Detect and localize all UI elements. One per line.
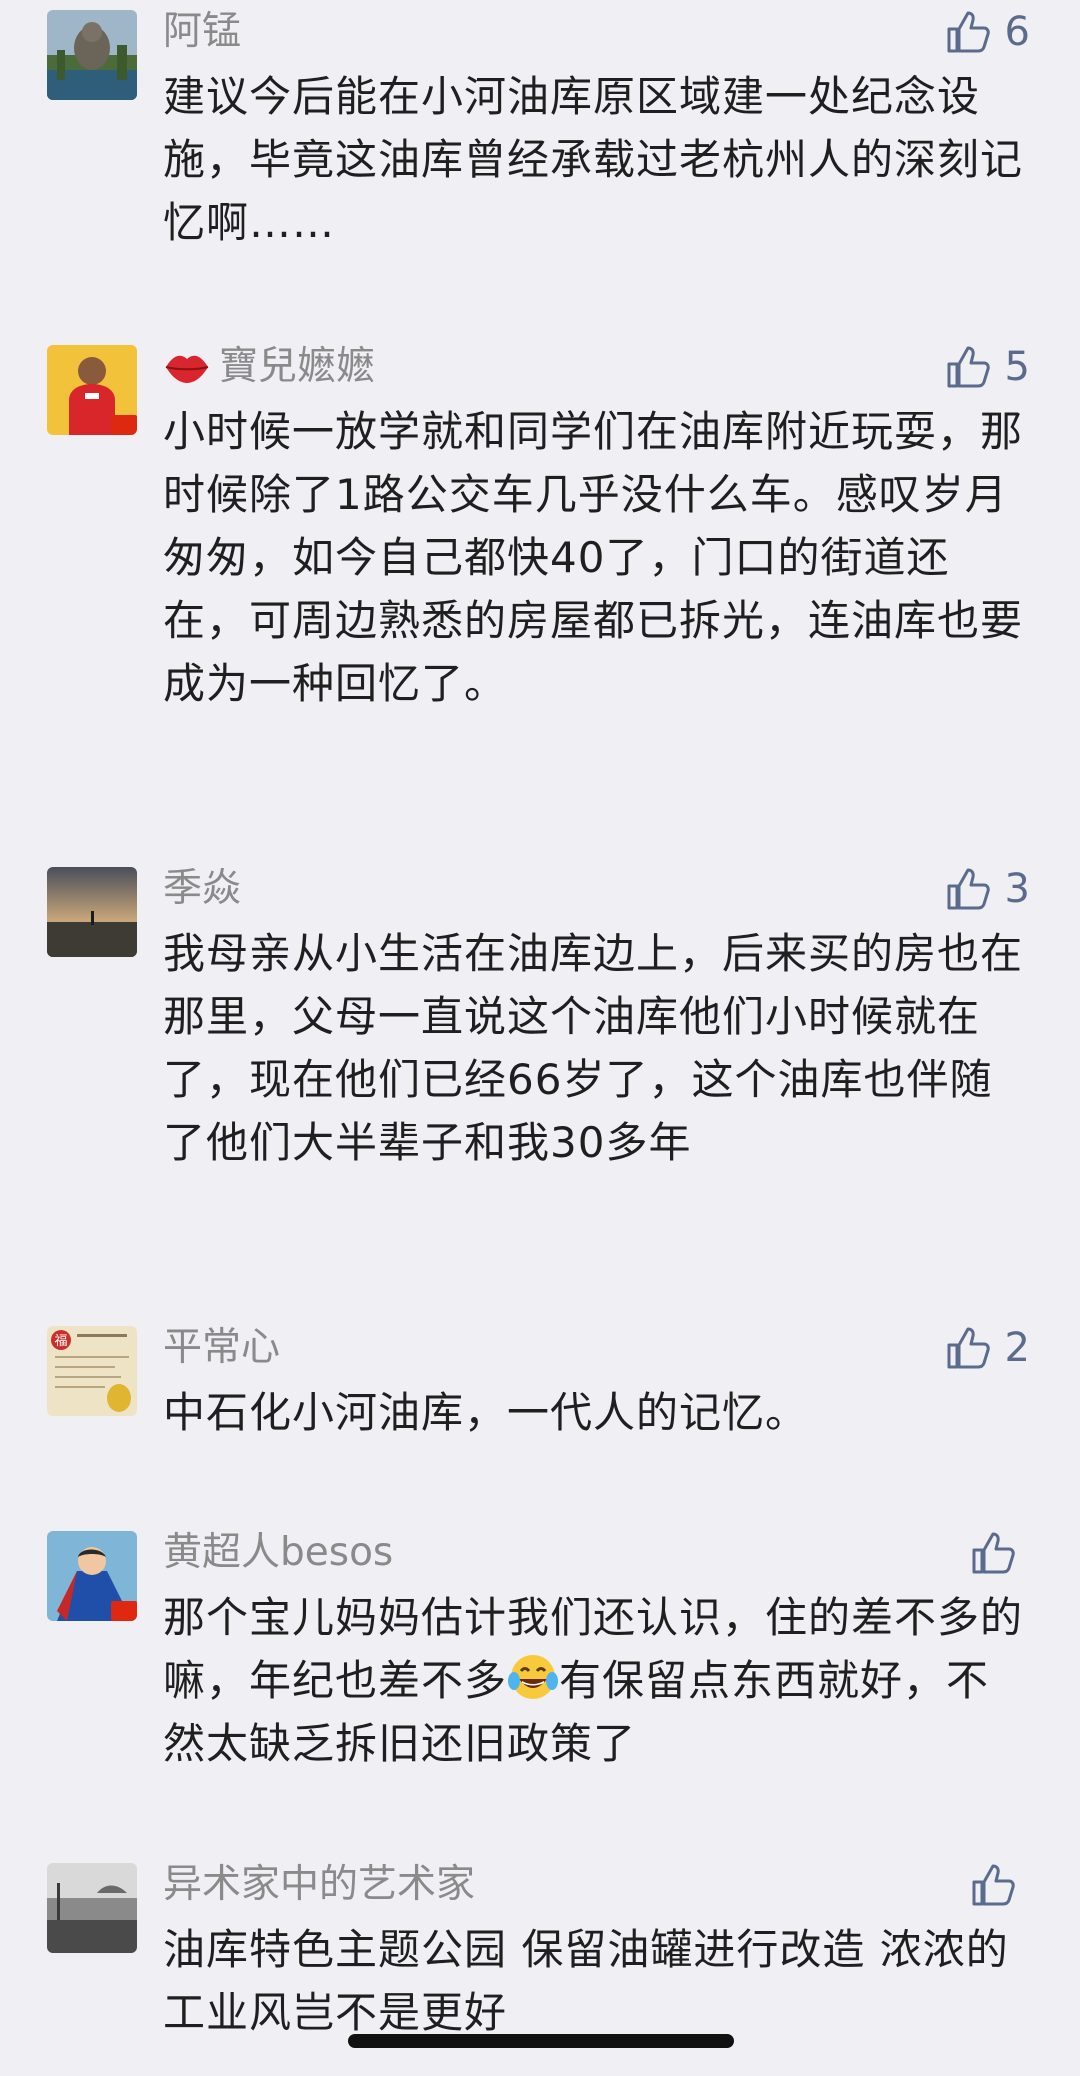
avatar[interactable]: [47, 1863, 137, 1953]
comment-text: 我母亲从小生活在油库边上，后来买的房也在那里，父母一直说这个油库他们小时候就在了…: [163, 929, 1024, 1167]
avatar[interactable]: [47, 1531, 137, 1621]
avatar[interactable]: [47, 10, 137, 100]
author-name[interactable]: 异术家中的艺术家: [163, 1855, 475, 1915]
author-name-text: 寶兒嬷嬷: [219, 344, 376, 389]
svg-text:福: 福: [54, 1334, 67, 1349]
home-indicator[interactable]: [348, 2034, 734, 2048]
avatar[interactable]: [47, 867, 137, 957]
author-name[interactable]: 季焱: [163, 859, 241, 919]
avatar[interactable]: 福: [47, 1326, 137, 1416]
thumbs-up-icon: [947, 11, 990, 53]
comment-text: 那个宝儿妈妈估计我们还认识，住的差不多的嘛，年纪也差不多 有保留点东西就好，不然…: [163, 1586, 1023, 1775]
author-name-text: 异术家中的艺术家: [163, 1862, 476, 1907]
statue-landscape-photo: [47, 10, 137, 100]
thumbs-up-icon: [972, 1532, 1015, 1574]
comment-text: 建议今后能在小河油库原区域建一处纪念设施，毕竟这油库曾经承载过老杭州人的深刻记忆…: [163, 72, 1024, 247]
author-name[interactable]: 阿锰: [163, 2, 241, 62]
like-button[interactable]: 2: [945, 1318, 1030, 1378]
like-button[interactable]: 5: [945, 337, 1030, 397]
like-button[interactable]: 6: [945, 2, 1030, 62]
comment-text: 小时候一放学就和同学们在油库附近玩耍，那时候除了1路公交车几乎没什么车。感叹岁月…: [163, 407, 1024, 708]
like-count: 6: [1004, 9, 1030, 55]
beach-sunset-photo: [47, 867, 137, 957]
author-name-text: 黄超人besos: [163, 1530, 394, 1575]
fu-calligraphy-card: 福: [47, 1326, 137, 1416]
like-button[interactable]: 3: [945, 859, 1030, 919]
like-count: 2: [1004, 1325, 1030, 1371]
comment-list: 阿锰 6 建议今后能在小河油库原区域建一处纪念设施，毕竟这油库曾经承载过老杭州人…: [0, 0, 1080, 2076]
comment-text: 油库特色主题公园 保留油罐进行改造 浓浓的工业风岂不是更好: [163, 1925, 1009, 2037]
avatar[interactable]: [47, 345, 137, 435]
author-name-text: 阿锰: [163, 9, 242, 54]
flag-icon: [111, 415, 137, 435]
like-count: 5: [1004, 344, 1030, 390]
street-wall-photo: [47, 1863, 137, 1953]
like-button[interactable]: [970, 1855, 1030, 1915]
author-name[interactable]: 黄超人besos: [163, 1523, 393, 1583]
comment-text: 中石化小河油库，一代人的记忆。: [163, 1388, 809, 1437]
thumbs-up-icon: [947, 868, 990, 910]
tears-of-joy-emoji: [508, 1655, 559, 1699]
like-count: 3: [1004, 866, 1030, 912]
thumbs-up-icon: [972, 1864, 1015, 1906]
thumbs-up-icon: [947, 346, 990, 388]
author-name-text: 平常心: [163, 1325, 281, 1370]
lips-icon: [165, 355, 209, 383]
flag-icon: [111, 1601, 137, 1621]
like-button[interactable]: [970, 1523, 1030, 1583]
author-name-text: 季焱: [163, 866, 242, 911]
author-name[interactable]: 寶兒嬷嬷: [163, 337, 375, 397]
thumbs-up-icon: [947, 1327, 990, 1369]
author-name[interactable]: 平常心: [163, 1318, 280, 1378]
